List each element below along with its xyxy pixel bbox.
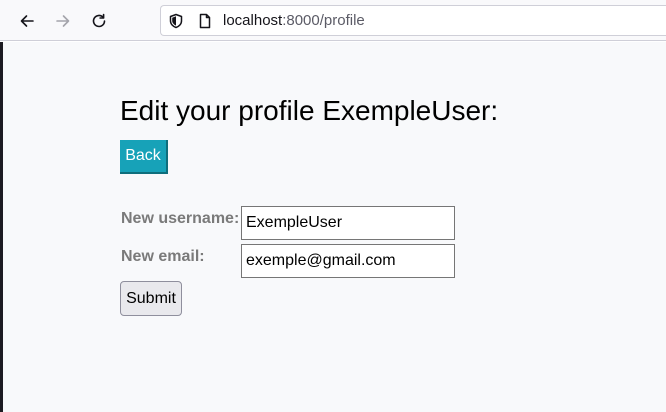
arrow-left-icon[interactable] — [16, 10, 38, 32]
submit-button[interactable]: Submit — [120, 281, 182, 316]
username-input[interactable] — [241, 206, 455, 240]
url-path: :8000/profile — [282, 12, 365, 29]
arrow-right-icon[interactable] — [52, 10, 74, 32]
username-label: New username: — [121, 210, 240, 227]
email-label: New email: — [121, 248, 205, 265]
url-text[interactable]: localhost:8000/profile — [223, 13, 365, 29]
url-host: localhost — [223, 12, 283, 29]
shield-icon[interactable] — [168, 13, 184, 29]
reload-icon[interactable] — [88, 10, 110, 32]
url-bar[interactable]: localhost:8000/profile — [160, 5, 666, 36]
back-button[interactable]: Back — [120, 140, 168, 174]
email-input[interactable] — [241, 244, 455, 278]
page-title: Edit your profile ExempleUser: — [120, 95, 499, 126]
page-icon — [197, 13, 213, 29]
browser-toolbar: localhost:8000/profile — [0, 0, 666, 41]
page-content: Edit your profile ExempleUser: Back New … — [0, 42, 666, 412]
